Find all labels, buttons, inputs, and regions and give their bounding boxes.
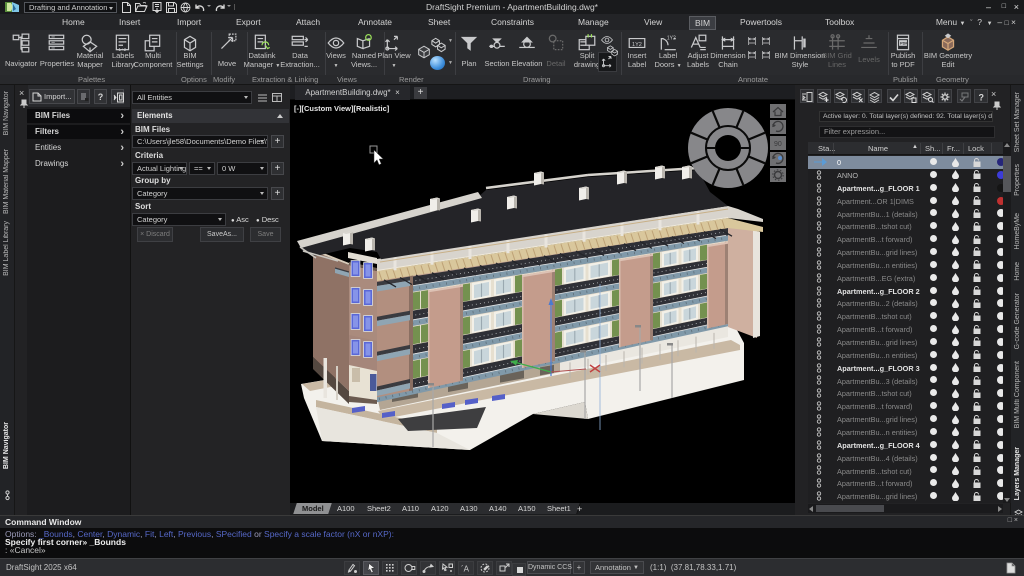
svg-text:´A: ´A: [461, 565, 470, 574]
svg-text:90: 90: [774, 141, 782, 148]
svg-text:1Y2: 1Y2: [667, 36, 676, 42]
svg-text:1Y2: 1Y2: [632, 42, 642, 48]
svg-text:PDF: PDF: [900, 42, 908, 46]
svg-text:?: ?: [979, 93, 985, 103]
